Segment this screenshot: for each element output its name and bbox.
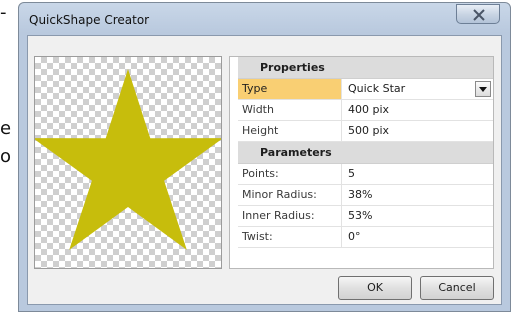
parameter-row-points[interactable]: Points: 5 [238, 164, 493, 185]
parameter-row-twist[interactable]: Twist: 0° [238, 227, 493, 248]
property-row-height[interactable]: Height 500 pix [238, 121, 493, 142]
property-name: Type [238, 79, 342, 99]
minor-radius-field[interactable]: 38% [342, 185, 493, 205]
parameter-name: Inner Radius: [238, 206, 342, 226]
background-text-fragment: - [0, 4, 7, 22]
close-button[interactable] [456, 4, 500, 24]
parameter-name: Points: [238, 164, 342, 184]
parameter-row-minor-radius[interactable]: Minor Radius: 38% [238, 185, 493, 206]
background-text-fragment: o [0, 148, 12, 166]
ok-button[interactable]: OK [338, 276, 412, 300]
title-bar[interactable]: QuickShape Creator [19, 3, 510, 35]
property-row-type[interactable]: Type Quick Star [238, 79, 493, 100]
cancel-button[interactable]: Cancel [420, 276, 494, 300]
points-field[interactable]: 5 [342, 164, 493, 184]
window-title: QuickShape Creator [29, 13, 150, 27]
chevron-down-icon [479, 87, 487, 92]
property-name: Height [238, 121, 342, 141]
inner-radius-field[interactable]: 53% [342, 206, 493, 226]
properties-section-header[interactable]: Properties [238, 57, 493, 79]
twist-field[interactable]: 0° [342, 227, 493, 247]
property-row-width[interactable]: Width 400 pix [238, 100, 493, 121]
property-name: Width [238, 100, 342, 120]
property-value: Quick Star [348, 82, 406, 95]
dropdown-button[interactable] [475, 81, 491, 97]
parameters-section-header[interactable]: Parameters [238, 142, 493, 164]
parameter-name: Twist: [238, 227, 342, 247]
shape-preview [34, 56, 222, 269]
star-shape [35, 69, 221, 250]
parameter-name: Minor Radius: [238, 185, 342, 205]
quickshape-dialog: QuickShape Creator Properties Type Quick… [18, 2, 511, 312]
property-grid: Properties Type Quick Star Width 400 pix… [229, 56, 494, 269]
background-text-fragment: e [0, 120, 12, 138]
height-field[interactable]: 500 pix [342, 121, 493, 141]
dialog-body: Properties Type Quick Star Width 400 pix… [27, 35, 502, 305]
type-select[interactable]: Quick Star [342, 79, 493, 99]
parameter-row-inner-radius[interactable]: Inner Radius: 53% [238, 206, 493, 227]
width-field[interactable]: 400 pix [342, 100, 493, 120]
